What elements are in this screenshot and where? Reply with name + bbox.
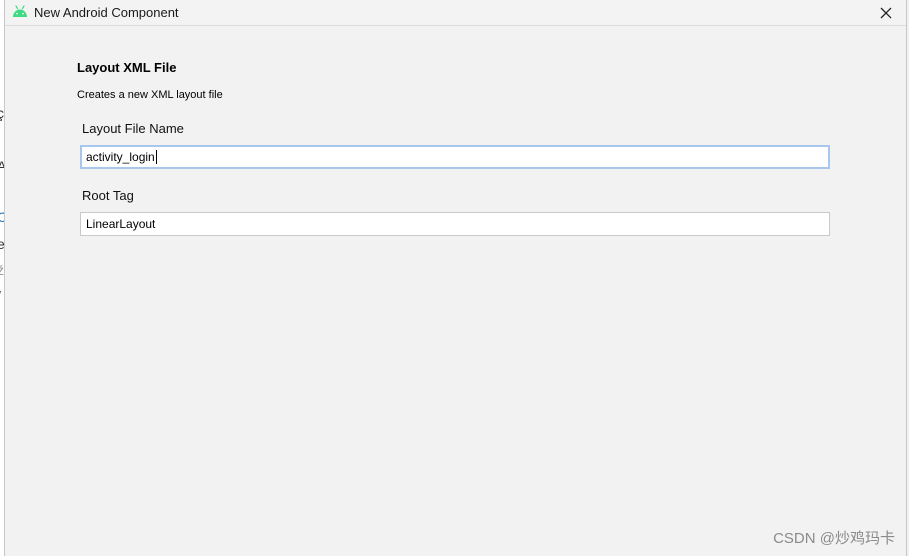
root-tag-input[interactable]: LinearLayout [80, 212, 830, 236]
section-heading: Layout XML File [77, 60, 177, 75]
layout-file-name-input[interactable]: activity_login [80, 145, 830, 169]
close-icon [880, 7, 892, 19]
android-icon [12, 5, 28, 19]
layout-file-name-label: Layout File Name [82, 121, 184, 136]
root-tag-value: LinearLayout [86, 217, 156, 231]
dialog-titlebar: New Android Component [5, 0, 906, 26]
section-description: Creates a new XML layout file [77, 89, 223, 101]
background-text: / [0, 288, 1, 304]
close-button[interactable] [876, 3, 896, 23]
dialog-title: New Android Component [34, 5, 179, 20]
watermark: CSDN @炒鸡玛卡 [773, 530, 895, 547]
root-tag-label: Root Tag [82, 188, 134, 203]
layout-file-name-value: activity_login [86, 150, 155, 164]
new-android-component-dialog: New Android Component Layout XML File Cr… [4, 0, 907, 556]
text-caret [155, 150, 157, 164]
